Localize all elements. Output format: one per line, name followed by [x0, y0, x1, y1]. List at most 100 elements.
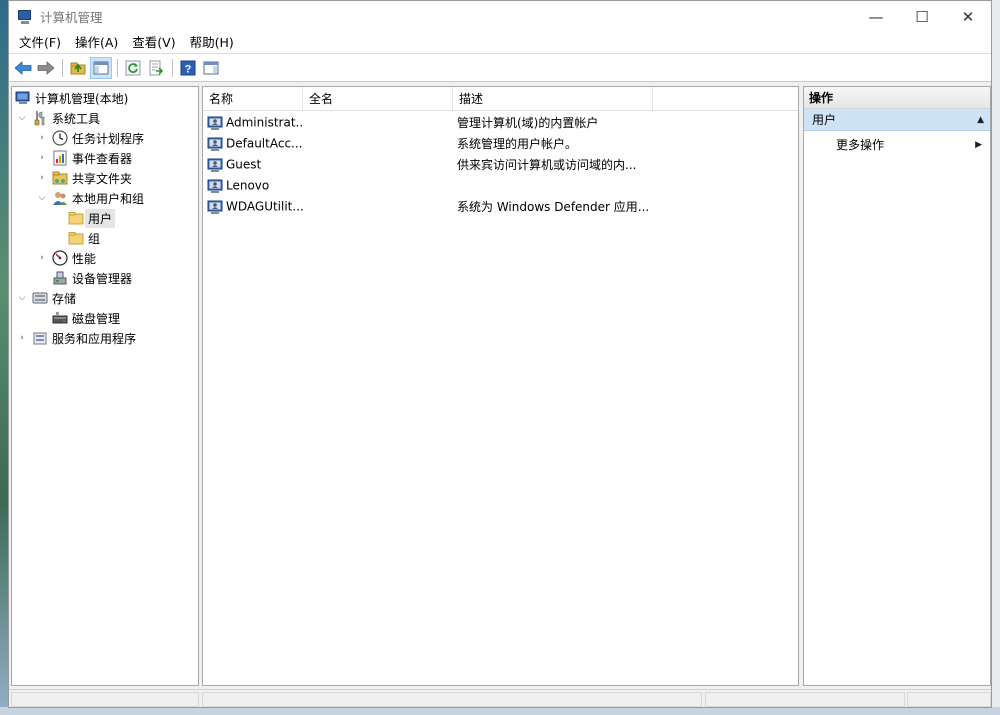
back-arrow-icon [14, 60, 32, 75]
actions-section-users[interactable]: 用户 ▲ [804, 109, 990, 131]
status-segment [705, 692, 905, 707]
chevron-right-icon[interactable]: › [36, 152, 48, 164]
table-row[interactable]: Administrat... 管理计算机(域)的内置帐户 [203, 112, 798, 133]
more-actions-item[interactable]: 更多操作 ▶ [804, 134, 990, 156]
show-hide-tree-button[interactable] [90, 56, 112, 79]
menu-file[interactable]: 文件(F) [12, 32, 68, 54]
disk-management-icon [52, 310, 68, 326]
services-icon [32, 330, 48, 346]
up-folder-icon [70, 62, 86, 74]
submenu-arrow-icon: ▶ [975, 140, 982, 150]
user-description: 系统管理的用户帐户。 [457, 137, 578, 151]
user-icon [207, 199, 223, 215]
chevron-down-icon[interactable]: ⌵ [16, 292, 28, 304]
list-header: 名称 全名 描述 [203, 87, 798, 111]
tree-label: 任务计划程序 [72, 131, 145, 146]
actions-section-label: 用户 [812, 113, 837, 127]
clock-icon [52, 130, 68, 146]
chevron-down-icon[interactable]: ⌵ [16, 112, 28, 124]
tree-item-root[interactable]: 计算机管理(本地) [15, 88, 128, 108]
tree-item-services-apps[interactable]: › 服务和应用程序 [16, 328, 136, 348]
tree-item-event-viewer[interactable]: › 事件查看器 [36, 148, 132, 168]
column-header-fullname[interactable]: 全名 [303, 87, 453, 110]
storage-icon [32, 290, 48, 306]
tree-item-disk-management[interactable]: 磁盘管理 [52, 308, 120, 328]
tree-item-performance[interactable]: › 性能 [36, 248, 96, 268]
chevron-right-icon[interactable]: › [36, 172, 48, 184]
tree-item-device-manager[interactable]: 设备管理器 [52, 268, 132, 288]
computer-management-icon [15, 90, 31, 106]
toolbar-separator [172, 58, 173, 77]
window-title: 计算机管理 [40, 10, 103, 25]
column-header-name[interactable]: 名称 [203, 87, 303, 110]
table-row[interactable]: WDAGUtilit... 系统为 Windows Defender 应用... [203, 196, 798, 217]
actions-title: 操作 [804, 87, 990, 109]
users-list-pane[interactable]: 名称 全名 描述 Administrat... 管理计算机(域)的内置帐户 De… [202, 86, 799, 686]
forward-arrow-icon [37, 60, 55, 75]
help-icon: ? [180, 60, 196, 75]
performance-gauge-icon [52, 250, 68, 266]
chevron-down-icon[interactable]: ⌵ [36, 192, 48, 204]
folder-icon [68, 230, 84, 246]
chevron-right-icon[interactable]: › [16, 332, 28, 344]
title-bar[interactable]: 计算机管理 — ☐ ✕ [9, 1, 991, 32]
console-tree-pane[interactable]: 计算机管理(本地) ⌵ 系统工具 › 任务计划程序 › 事件查看器 › 共享文件… [11, 86, 199, 686]
tree-item-groups[interactable]: 组 [68, 228, 100, 248]
table-row[interactable]: Guest 供来宾访问计算机或访问域的内... [203, 154, 798, 175]
computer-management-icon [17, 9, 33, 25]
menu-help[interactable]: 帮助(H) [183, 32, 241, 54]
user-icon [207, 178, 223, 194]
list-body: Administrat... 管理计算机(域)的内置帐户 DefaultAcc.… [203, 111, 798, 217]
user-name: Guest [226, 157, 262, 171]
user-icon [207, 136, 223, 152]
tree-item-users[interactable]: 用户 [68, 208, 116, 228]
user-icon [207, 157, 223, 173]
chevron-right-icon[interactable]: › [36, 132, 48, 144]
show-hide-action-pane-button[interactable] [200, 57, 222, 79]
status-segment [907, 692, 991, 707]
tools-icon [32, 110, 48, 126]
export-list-button[interactable] [145, 57, 167, 79]
table-row[interactable]: Lenovo [203, 175, 798, 196]
help-button[interactable]: ? [177, 57, 199, 79]
refresh-button[interactable] [122, 57, 144, 79]
user-icon [207, 115, 223, 131]
tree-label: 共享文件夹 [72, 171, 133, 186]
menu-view[interactable]: 查看(V) [125, 32, 182, 54]
status-segment [202, 692, 702, 707]
column-header-description[interactable]: 描述 [453, 87, 653, 110]
close-button[interactable]: ✕ [945, 1, 991, 32]
up-one-level-button[interactable] [67, 57, 89, 79]
tree-item-shared-folders[interactable]: › 共享文件夹 [36, 168, 132, 188]
tree-item-system-tools[interactable]: ⌵ 系统工具 [16, 108, 100, 128]
export-list-icon [149, 60, 164, 75]
refresh-icon [125, 60, 141, 75]
tree-label: 本地用户和组 [72, 191, 145, 206]
back-button[interactable] [12, 57, 34, 79]
tree-label: 用户 [85, 208, 116, 228]
collapse-up-icon[interactable]: ▲ [977, 109, 984, 131]
svg-text:?: ? [185, 63, 192, 75]
show-action-pane-icon [203, 61, 219, 74]
user-name: Administrat... [226, 115, 303, 129]
tree-label: 设备管理器 [72, 271, 133, 286]
desktop-background-bottom [0, 707, 1000, 715]
table-row[interactable]: DefaultAcc... 系统管理的用户帐户。 [203, 133, 798, 154]
tree-item-local-users-groups[interactable]: ⌵ 本地用户和组 [36, 188, 144, 208]
tree-label: 组 [88, 231, 101, 246]
tree-item-storage[interactable]: ⌵ 存储 [16, 288, 76, 308]
tree-item-task-scheduler[interactable]: › 任务计划程序 [36, 128, 144, 148]
menu-action[interactable]: 操作(A) [68, 32, 125, 54]
folder-icon [68, 210, 84, 226]
minimize-button[interactable]: — [853, 1, 899, 32]
maximize-button[interactable]: ☐ [899, 1, 945, 32]
status-segment [11, 692, 199, 707]
chevron-right-icon[interactable]: › [36, 252, 48, 264]
user-description: 系统为 Windows Defender 应用... [457, 200, 650, 214]
computer-management-window: 计算机管理 — ☐ ✕ 文件(F) 操作(A) 查看(V) 帮助(H) ? 计算… [8, 0, 992, 708]
device-manager-icon [52, 270, 68, 286]
tree-label: 存储 [52, 291, 77, 306]
event-viewer-icon [52, 150, 68, 166]
forward-button[interactable] [35, 57, 57, 79]
user-description: 供来宾访问计算机或访问域的内... [457, 158, 637, 172]
